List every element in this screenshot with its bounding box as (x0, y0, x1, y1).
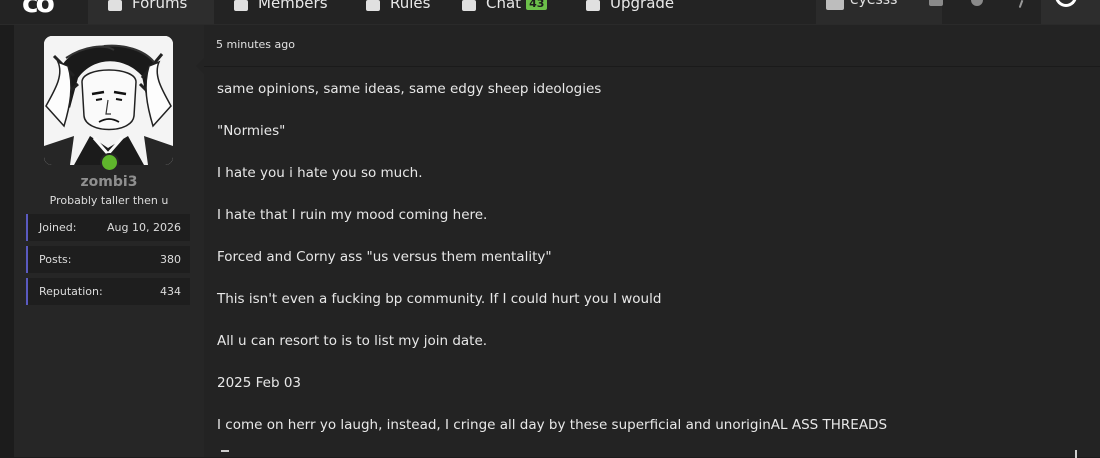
stat-joined: Joined: Aug 10, 2026 (26, 214, 190, 241)
user-name: eyesss (850, 0, 898, 8)
post-line: This isn't even a fucking bp community. … (217, 291, 662, 307)
post-line: I hate you i hate you so much. (217, 165, 423, 181)
tab-upgrade-label: Upgrade (610, 0, 675, 12)
post-timestamp[interactable]: 5 minutes ago (216, 38, 295, 51)
theme-toggle-icon (1055, 0, 1077, 7)
author-avatar[interactable] (44, 36, 173, 165)
top-navbar: co Forums Members Rules Chat 43 Upgrade … (0, 0, 1100, 25)
post-header: 5 minutes ago (204, 25, 1100, 67)
post-pointer-arrow (196, 58, 204, 74)
stat-label: Reputation: (39, 285, 103, 298)
chat-bubbles-icon (108, 0, 124, 11)
tab-rules-label: Rules (390, 0, 431, 12)
stat-reputation: Reputation: 434 (26, 278, 190, 305)
post-line: Forced and Corny ass "us versus them men… (217, 249, 552, 265)
tab-members[interactable]: Members (234, 0, 328, 24)
stat-posts: Posts: 380 (26, 246, 190, 273)
tab-chat[interactable]: Chat 43 (462, 0, 548, 24)
tab-chat-label: Chat (486, 0, 522, 12)
post-line: All u can resort to is to list my join d… (217, 333, 488, 349)
truncated-line-mark (221, 450, 229, 456)
stat-label: Posts: (39, 253, 72, 266)
user-menu[interactable]: eyesss (816, 0, 942, 24)
tab-forums[interactable]: Forums (88, 0, 214, 24)
author-name[interactable]: zombi3 (14, 174, 204, 190)
search-icon[interactable] (1018, 0, 1024, 9)
upgrade-icon (586, 0, 602, 11)
post-author-panel: zombi3 Probably taller then u Joined: Au… (14, 25, 204, 457)
tab-members-label: Members (258, 0, 328, 12)
post-line: I come on herr yo laugh, instead, I crin… (217, 417, 888, 433)
post-line: same opinions, same ideas, same edgy she… (217, 81, 602, 97)
post-line: 2025 Feb 03 (217, 375, 302, 391)
tab-forums-label: Forums (132, 0, 188, 12)
bell-icon[interactable] (971, 0, 983, 6)
document-icon (366, 0, 382, 11)
chat-icon (462, 0, 478, 11)
tab-rules[interactable]: Rules (366, 0, 430, 24)
user-avatar (826, 0, 844, 10)
users-icon (234, 0, 250, 11)
tab-upgrade[interactable]: Upgrade (586, 0, 674, 24)
chat-count-badge: 43 (526, 0, 548, 10)
online-status-indicator (100, 153, 119, 172)
inbox-icon[interactable] (929, 0, 943, 6)
theme-toggle-button[interactable] (1041, 0, 1100, 24)
author-avatar-image (44, 36, 173, 165)
post-content-panel: 5 minutes ago same opinions, same ideas,… (196, 25, 1100, 458)
author-title: Probably taller then u (49, 194, 169, 207)
stat-value: Aug 10, 2026 (107, 221, 181, 234)
post-line: I hate that I ruin my mood coming here. (217, 207, 488, 223)
stat-label: Joined: (39, 221, 77, 234)
post-line: "Normies" (217, 123, 286, 139)
site-logo[interactable]: co (22, 0, 55, 19)
stat-value: 380 (160, 253, 181, 266)
stat-value: 434 (160, 285, 181, 298)
